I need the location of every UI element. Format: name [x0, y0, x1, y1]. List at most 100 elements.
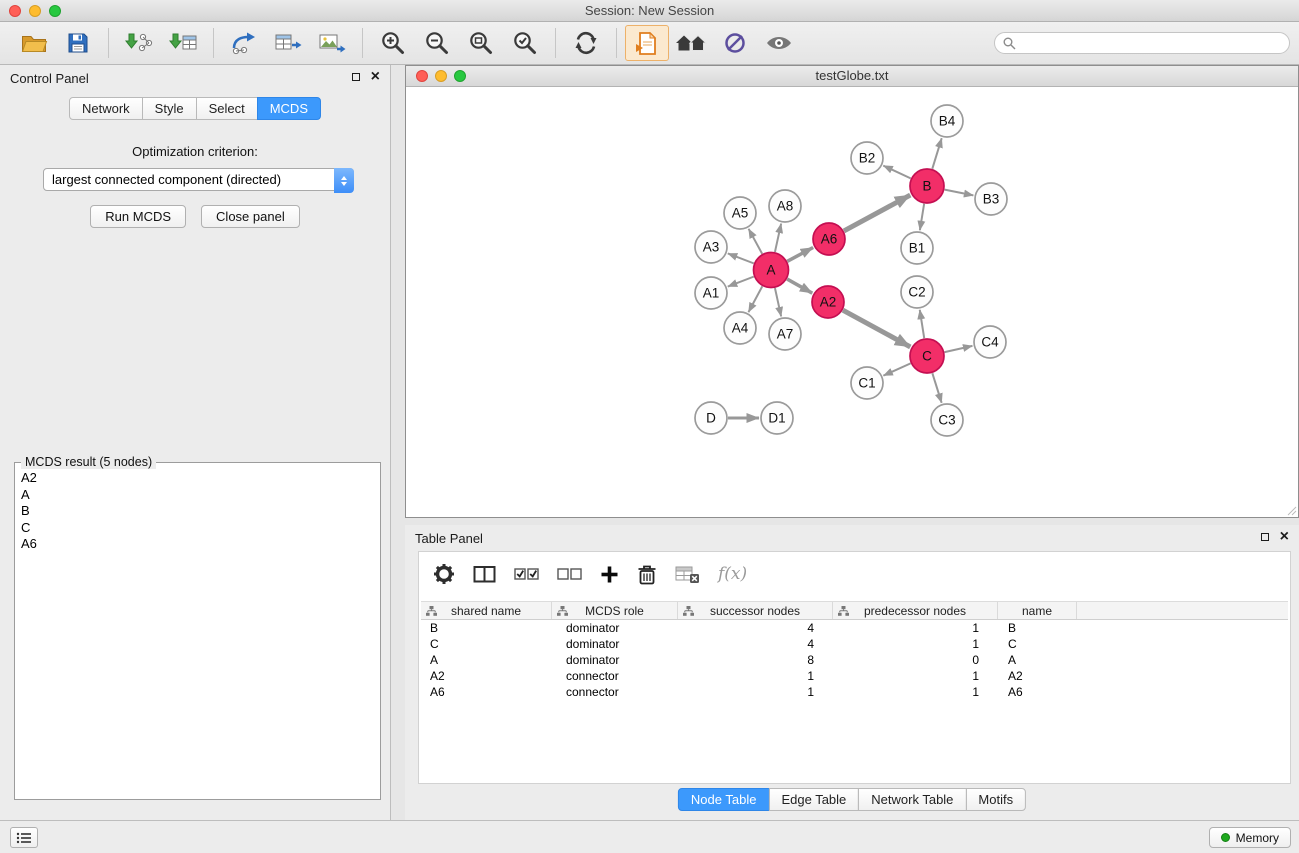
graph-edge-B-B4[interactable] — [932, 138, 941, 169]
network-minimize-button[interactable] — [435, 70, 447, 82]
resize-grip-icon[interactable] — [1285, 504, 1297, 516]
graph-edge-A-A3[interactable] — [728, 253, 754, 263]
hide-details-button[interactable] — [713, 25, 757, 61]
cell-mcds-role[interactable]: dominator — [552, 621, 678, 635]
graph-edge-A-A7[interactable] — [775, 288, 781, 316]
export-image-button[interactable] — [310, 25, 354, 61]
tab-mcds[interactable]: MCDS — [257, 97, 321, 120]
cell-successor-nodes[interactable]: 8 — [678, 653, 833, 667]
graph-edge-A-A5[interactable] — [749, 229, 763, 254]
tab-network-table[interactable]: Network Table — [858, 788, 966, 811]
cell-predecessor-nodes[interactable]: 1 — [833, 669, 998, 683]
graph-edge-B-B1[interactable] — [920, 204, 924, 230]
show-details-button[interactable] — [757, 25, 801, 61]
table-row[interactable]: A2 connector 1 1 A2 — [421, 668, 1288, 684]
import-table-button[interactable] — [161, 25, 205, 61]
graph-edge-A2-C[interactable] — [843, 310, 910, 347]
column-header-mcds-role[interactable]: MCDS role — [552, 602, 678, 619]
graph-edge-C-C2[interactable] — [920, 310, 924, 338]
network-canvas[interactable]: B4B2BB3A5A8A6B1A3AC2A1A2A4A7C4CC1C3DD1 — [406, 87, 1298, 517]
tab-select[interactable]: Select — [196, 97, 258, 120]
column-header-shared-name[interactable]: shared name — [421, 602, 552, 619]
search-field[interactable] — [994, 32, 1290, 54]
graph-edge-A-A4[interactable] — [748, 286, 762, 312]
graph-edge-A-A6[interactable] — [787, 247, 813, 261]
cell-name[interactable]: A2 — [998, 669, 1077, 683]
function-builder-button[interactable]: f(x) — [718, 564, 747, 584]
network-graph[interactable]: B4B2BB3A5A8A6B1A3AC2A1A2A4A7C4CC1C3DD1 — [406, 87, 1298, 517]
cell-predecessor-nodes[interactable]: 1 — [833, 637, 998, 651]
add-column-button[interactable] — [600, 565, 619, 584]
home-views-button[interactable] — [669, 25, 713, 61]
zoom-window-button[interactable] — [49, 5, 61, 17]
export-table-button[interactable] — [266, 25, 310, 61]
cell-name[interactable]: C — [998, 637, 1077, 651]
run-mcds-button[interactable]: Run MCDS — [90, 205, 186, 228]
result-item[interactable]: A6 — [15, 536, 380, 553]
table-row[interactable]: B dominator 4 1 B — [421, 620, 1288, 636]
show-columns-button[interactable] — [473, 565, 496, 584]
table-row[interactable]: A6 connector 1 1 A6 — [421, 684, 1288, 700]
result-item[interactable]: C — [15, 520, 380, 537]
cell-shared-name[interactable]: A — [421, 653, 552, 667]
cell-mcds-role[interactable]: dominator — [552, 637, 678, 651]
network-zoom-button[interactable] — [454, 70, 466, 82]
column-header-successor-nodes[interactable]: successor nodes — [678, 602, 833, 619]
graph-edge-A-A2[interactable] — [787, 279, 812, 293]
criterion-dropdown[interactable]: largest connected component (directed) — [43, 168, 354, 191]
deselect-all-button[interactable] — [557, 567, 582, 581]
column-header-predecessor-nodes[interactable]: predecessor nodes — [833, 602, 998, 619]
minimize-window-button[interactable] — [29, 5, 41, 17]
open-session-button[interactable] — [12, 25, 56, 61]
graph-edge-C-C1[interactable] — [883, 363, 910, 375]
tab-style[interactable]: Style — [142, 97, 197, 120]
import-network-button[interactable] — [117, 25, 161, 61]
cell-name[interactable]: B — [998, 621, 1077, 635]
zoom-out-button[interactable] — [415, 25, 459, 61]
delete-column-button[interactable] — [637, 563, 657, 585]
select-all-button[interactable] — [514, 567, 539, 581]
graph-edge-C-C3[interactable] — [932, 373, 941, 403]
document-export-button[interactable] — [625, 25, 669, 61]
graph-edge-A-A8[interactable] — [775, 224, 781, 252]
zoom-fit-button[interactable] — [459, 25, 503, 61]
cell-shared-name[interactable]: A6 — [421, 685, 552, 699]
tab-network[interactable]: Network — [69, 97, 143, 120]
close-panel-icon[interactable]: × — [371, 72, 380, 82]
table-row[interactable]: C dominator 4 1 C — [421, 636, 1288, 652]
graph-edge-C-C4[interactable] — [945, 346, 973, 352]
memory-button[interactable]: Memory — [1209, 827, 1291, 848]
cell-predecessor-nodes[interactable]: 1 — [833, 621, 998, 635]
network-window-titlebar[interactable]: testGlobe.txt — [406, 66, 1298, 87]
cell-name[interactable]: A6 — [998, 685, 1077, 699]
close-table-panel-icon[interactable]: × — [1280, 532, 1289, 542]
close-panel-button[interactable]: Close panel — [201, 205, 300, 228]
graph-edge-A-A1[interactable] — [728, 277, 754, 287]
cell-successor-nodes[interactable]: 4 — [678, 637, 833, 651]
search-input[interactable] — [1020, 34, 1289, 52]
task-history-button[interactable] — [10, 827, 38, 848]
table-settings-button[interactable] — [433, 563, 455, 585]
cell-predecessor-nodes[interactable]: 1 — [833, 685, 998, 699]
save-session-button[interactable] — [56, 25, 100, 61]
cell-mcds-role[interactable]: connector — [552, 685, 678, 699]
cell-name[interactable]: A — [998, 653, 1077, 667]
cell-shared-name[interactable]: B — [421, 621, 552, 635]
export-network-button[interactable] — [222, 25, 266, 61]
apply-layout-button[interactable] — [564, 25, 608, 61]
cell-predecessor-nodes[interactable]: 0 — [833, 653, 998, 667]
cell-shared-name[interactable]: A2 — [421, 669, 552, 683]
column-header-name[interactable]: name — [998, 602, 1077, 619]
result-item[interactable]: A — [15, 487, 380, 504]
cell-shared-name[interactable]: C — [421, 637, 552, 651]
network-close-button[interactable] — [416, 70, 428, 82]
table-row[interactable]: A dominator 8 0 A — [421, 652, 1288, 668]
result-item[interactable]: B — [15, 503, 380, 520]
float-table-panel-icon[interactable] — [1261, 533, 1269, 541]
float-panel-icon[interactable] — [352, 73, 360, 81]
zoom-selected-button[interactable] — [503, 25, 547, 61]
delete-table-button[interactable] — [675, 565, 700, 584]
cell-mcds-role[interactable]: dominator — [552, 653, 678, 667]
cell-successor-nodes[interactable]: 4 — [678, 621, 833, 635]
tab-edge-table[interactable]: Edge Table — [768, 788, 859, 811]
